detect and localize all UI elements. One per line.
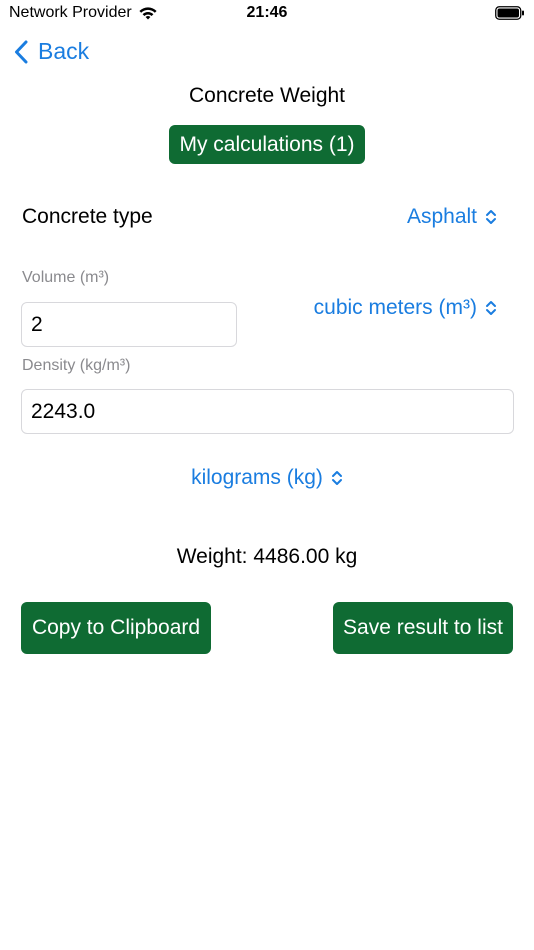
status-time: 21:46 [246,4,288,21]
volume-unit-value: cubic meters (m³) [313,296,477,319]
density-label: Density (kg/m³) [22,357,131,374]
save-result-button[interactable]: Save result to list [333,602,513,654]
volume-unit-picker[interactable]: cubic meters (m³) [314,296,497,320]
volume-value: 2 [31,312,43,336]
concrete-type-label: Concrete type [22,205,153,228]
weight-result: Weight: 4486.00 kg [176,545,358,568]
battery-icon [495,6,524,20]
copy-to-clipboard-button[interactable]: Copy to Clipboard [21,602,211,654]
weight-unit-value: kilograms (kg) [191,466,323,489]
concrete-type-value: Asphalt [406,205,477,228]
density-input[interactable]: 2243.0 [21,389,514,434]
chevron-left-icon [15,40,28,63]
concrete-type-picker[interactable]: Asphalt [407,205,497,229]
chevron-up-down-icon [331,471,342,485]
chevron-up-down-icon [486,301,496,315]
page-title: Concrete Weight [188,84,346,107]
volume-input[interactable]: 2 [21,302,237,347]
volume-label: Volume (m³) [22,269,110,286]
my-calculations-button[interactable]: My calculations (1) [169,125,365,164]
density-value: 2243.0 [31,399,96,423]
weight-unit-picker[interactable]: kilograms (kg) [0,466,534,490]
chevron-up-down-icon [486,210,496,224]
back-label: Back [38,38,90,64]
back-button[interactable]: Back [14,38,89,65]
